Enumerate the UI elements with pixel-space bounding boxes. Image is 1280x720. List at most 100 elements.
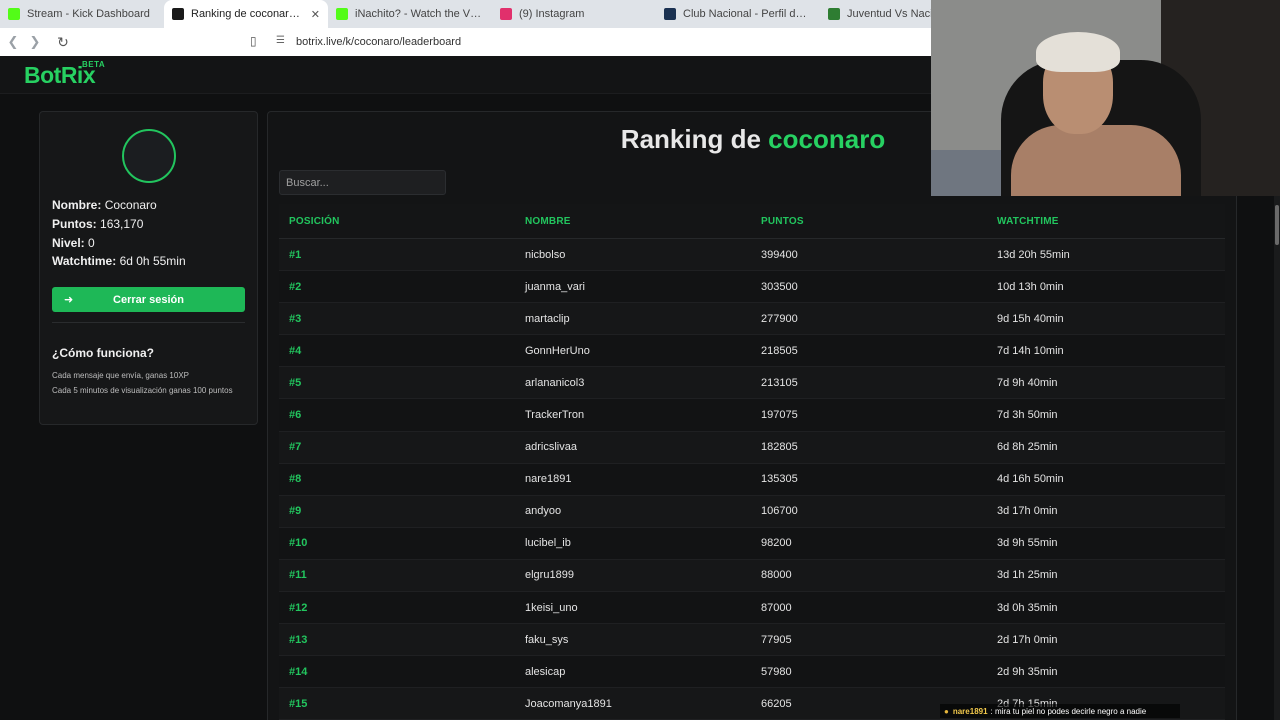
table-row[interactable]: #7 adricslivaa 182805 6d 8h 25min bbox=[279, 431, 1225, 464]
cell-points: 88000 bbox=[761, 569, 792, 582]
close-tab-icon[interactable]: ✕ bbox=[311, 8, 320, 21]
cell-pos: #10 bbox=[289, 537, 308, 550]
table-body: #1 nicbolso 399400 13d 20h 55min #2 juanma_va… bbox=[279, 239, 1225, 720]
cell-points: 277900 bbox=[761, 312, 798, 325]
table-row[interactable]: #11 elgru1899 88000 3d 1h 25min bbox=[279, 559, 1225, 593]
cell-pos: #4 bbox=[289, 344, 302, 357]
table-row[interactable]: #4 GonnHerUno 218505 7d 14h 10min bbox=[279, 335, 1225, 368]
table-row[interactable]: #3 martaclip 277900 9d 15h 40min bbox=[279, 303, 1225, 336]
points-label: Puntos: bbox=[52, 217, 97, 231]
cell-pos: #13 bbox=[289, 633, 308, 646]
name-label: Nombre: bbox=[52, 198, 102, 212]
cell-pos: #9 bbox=[289, 505, 302, 518]
table-row[interactable]: #13 faku_sys 77905 2d 17h 0min bbox=[279, 624, 1225, 657]
bookmark-icon[interactable]: ▯ bbox=[250, 34, 257, 48]
browser-tab[interactable]: Ranking de coconaro | El mejor c ✕ bbox=[164, 0, 328, 28]
logout-button[interactable]: ➜ Cerrar sesión bbox=[52, 287, 245, 312]
back-icon[interactable]: ❮ bbox=[4, 34, 22, 50]
instagram-icon bbox=[500, 8, 512, 20]
leaderboard-table: POSICIÓN NOMBRE PUNTOS WATCHTIME #1 nicbo… bbox=[279, 204, 1225, 720]
tab-label: Club Nacional - Perfil del club | Trans bbox=[683, 8, 812, 20]
cell-watchtime: 2d 9h 35min bbox=[997, 665, 1058, 678]
header-watchtime[interactable]: WATCHTIME bbox=[987, 216, 1223, 227]
cell-pos: #5 bbox=[289, 376, 302, 389]
webcam-person-torso bbox=[1011, 125, 1181, 196]
cell-name: lucibel_ib bbox=[525, 537, 571, 550]
cell-name: nare1891 bbox=[525, 473, 572, 486]
botrix-icon bbox=[172, 8, 184, 20]
cell-watchtime: 4d 16h 50min bbox=[997, 473, 1064, 486]
cell-pos: #14 bbox=[289, 665, 308, 678]
webcam-overlay bbox=[931, 0, 1280, 196]
chat-overlay: ● nare1891 : mira tu piel no podes decir… bbox=[940, 704, 1180, 718]
cell-watchtime: 6d 8h 25min bbox=[997, 441, 1058, 454]
cell-pos: #15 bbox=[289, 697, 308, 710]
cell-pos: #6 bbox=[289, 409, 302, 422]
cell-points: 399400 bbox=[761, 248, 798, 261]
cell-name: alesicap bbox=[525, 665, 566, 678]
cell-points: 213105 bbox=[761, 376, 798, 389]
forward-icon[interactable]: ❯ bbox=[26, 34, 44, 50]
cell-pos: #1 bbox=[289, 248, 302, 261]
table-header: POSICIÓN NOMBRE PUNTOS WATCHTIME bbox=[279, 204, 1225, 239]
profile-points: Puntos: 163,170 bbox=[52, 217, 143, 231]
table-row[interactable]: #1 nicbolso 399400 13d 20h 55min bbox=[279, 239, 1225, 272]
soccer-icon bbox=[828, 8, 840, 20]
cell-watchtime: 13d 20h 55min bbox=[997, 248, 1070, 261]
site-info-icon[interactable]: ☰ bbox=[276, 35, 285, 46]
cell-watchtime: 2d 17h 0min bbox=[997, 633, 1058, 646]
table-row[interactable]: #10 lucibel_ib 98200 3d 9h 55min bbox=[279, 527, 1225, 560]
botrix-logo[interactable]: BotRix BETA bbox=[24, 60, 105, 89]
cell-points: 106700 bbox=[761, 505, 798, 518]
browser-tab[interactable]: Stream - Kick Dashboard bbox=[0, 0, 164, 28]
cell-name: 1keisi_uno bbox=[525, 601, 578, 614]
kick-icon bbox=[8, 8, 20, 20]
watchtime-label: Watchtime: bbox=[52, 254, 117, 268]
chat-message: : mira tu piel no podes decirle negro a … bbox=[990, 706, 1147, 716]
level-value: 0 bbox=[88, 236, 95, 250]
header-points[interactable]: PUNTOS bbox=[751, 216, 987, 227]
cell-pos: #8 bbox=[289, 473, 302, 486]
cell-pos: #2 bbox=[289, 280, 302, 293]
cell-name: TrackerTron bbox=[525, 409, 585, 422]
avatar bbox=[122, 129, 176, 183]
table-row[interactable]: #14 alesicap 57980 2d 9h 35min bbox=[279, 656, 1225, 689]
search-input[interactable] bbox=[279, 170, 446, 195]
browser-tab[interactable]: Club Nacional - Perfil del club | Trans bbox=[656, 0, 820, 28]
table-row[interactable]: #8 nare1891 135305 4d 16h 50min bbox=[279, 463, 1225, 496]
table-row[interactable]: #6 TrackerTron 197075 7d 3h 50min bbox=[279, 399, 1225, 432]
cell-name: Joacomanya1891 bbox=[525, 697, 612, 710]
profile-card: Nombre: Coconaro Puntos: 163,170 Nivel: … bbox=[39, 111, 258, 425]
leaderboard-panel: Ranking de coconaro POSICIÓN NOMBRE PUNT… bbox=[267, 111, 1237, 720]
cell-pos: #7 bbox=[289, 441, 302, 454]
address-bar[interactable]: botrix.live/k/coconaro/leaderboard bbox=[296, 36, 461, 48]
title-prefix: Ranking de bbox=[620, 124, 761, 154]
table-row[interactable]: #2 juanma_vari 303500 10d 13h 0min bbox=[279, 271, 1225, 304]
level-label: Nivel: bbox=[52, 236, 85, 250]
cell-points: 218505 bbox=[761, 344, 798, 357]
cell-points: 303500 bbox=[761, 280, 798, 293]
header-name[interactable]: NOMBRE bbox=[515, 216, 751, 227]
table-row[interactable]: #9 andyoo 106700 3d 17h 0min bbox=[279, 495, 1225, 528]
cell-watchtime: 3d 0h 35min bbox=[997, 601, 1058, 614]
cell-watchtime: 3d 17h 0min bbox=[997, 505, 1058, 518]
cell-name: juanma_vari bbox=[525, 280, 585, 293]
divider bbox=[52, 322, 245, 323]
cell-name: andyoo bbox=[525, 505, 562, 518]
cell-watchtime: 3d 9h 55min bbox=[997, 537, 1058, 550]
browser-tab[interactable]: (9) Instagram bbox=[492, 0, 656, 28]
table-row[interactable]: #5 arlananicol3 213105 7d 9h 40min bbox=[279, 367, 1225, 400]
header-position[interactable]: POSICIÓN bbox=[279, 216, 515, 227]
scrollbar-thumb[interactable] bbox=[1275, 205, 1279, 245]
cell-watchtime: 7d 14h 10min bbox=[997, 344, 1064, 357]
logout-label: Cerrar sesión bbox=[113, 293, 184, 306]
howto-line: Cada 5 minutos de visualización ganas 10… bbox=[52, 386, 233, 395]
page-scrollbar[interactable] bbox=[1274, 196, 1280, 720]
table-row[interactable]: #12 1keisi_uno 87000 3d 0h 35min bbox=[279, 592, 1225, 625]
browser-tab[interactable]: iNachito? - Watch the VOD on Kick bbox=[328, 0, 492, 28]
reload-icon[interactable]: ↻ bbox=[54, 34, 72, 51]
profile-watchtime: Watchtime: 6d 0h 55min bbox=[52, 254, 186, 268]
cell-name: faku_sys bbox=[525, 633, 569, 646]
chat-badge-icon: ● bbox=[944, 706, 949, 716]
cell-name: nicbolso bbox=[525, 248, 566, 261]
